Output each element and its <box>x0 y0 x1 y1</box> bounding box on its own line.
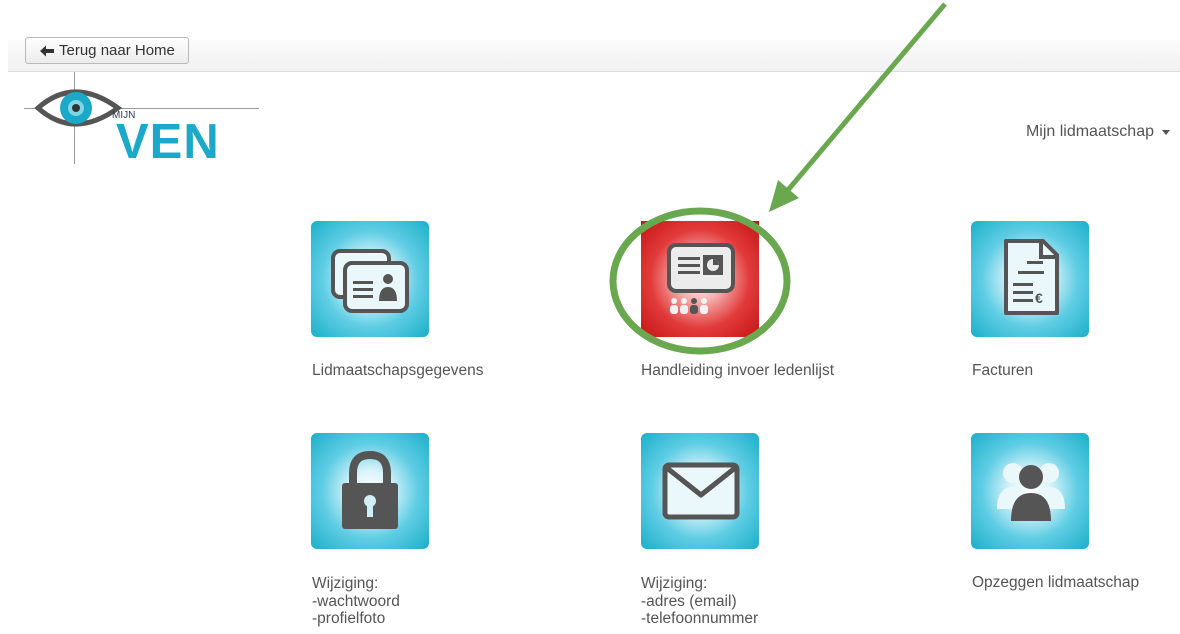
id-cards-icon <box>331 249 409 313</box>
top-bar: Terug naar Home <box>8 37 1180 72</box>
tile-change-address-label[interactable]: Wijziging: -adres (email) -telefoonnumme… <box>641 575 758 628</box>
tile-change-address[interactable] <box>641 433 759 549</box>
tile-invoices[interactable]: € <box>971 221 1089 337</box>
tile-membership-details[interactable] <box>311 221 429 337</box>
tile-manual-member-list-label[interactable]: Handleiding invoer ledenlijst <box>641 362 834 380</box>
arrow-head-icon <box>769 180 799 212</box>
presentation-icon <box>667 243 735 314</box>
back-home-button[interactable]: Terug naar Home <box>25 37 189 64</box>
logo[interactable]: MIJN VEN <box>24 72 259 169</box>
tile-change-password[interactable] <box>311 433 429 549</box>
tile-manual-member-list[interactable] <box>641 221 759 337</box>
lock-icon <box>342 450 398 529</box>
back-home-label: Terug naar Home <box>59 42 175 59</box>
membership-dropdown[interactable]: Mijn lidmaatschap <box>1026 123 1170 141</box>
svg-text:€: € <box>1035 290 1043 306</box>
membership-dropdown-label: Mijn lidmaatschap <box>1025 123 1154 140</box>
caret-down-icon <box>1162 129 1170 135</box>
tile-cancel-membership-label[interactable]: Opzeggen lidmaatschap <box>972 574 1139 592</box>
envelope-icon <box>662 462 740 520</box>
tile-invoices-label[interactable]: Facturen <box>972 362 1033 380</box>
label-line: Wijziging: <box>641 575 708 592</box>
label-line: -profielfoto <box>312 610 386 627</box>
tile-cancel-membership[interactable] <box>971 433 1089 549</box>
logo-ven: VEN <box>116 115 220 169</box>
label-line: -wachtwoord <box>312 592 400 610</box>
invoice-icon: € <box>1004 239 1059 315</box>
tile-change-password-label[interactable]: Wijziging: -wachtwoord -profielfoto <box>312 575 400 628</box>
arrow-shaft <box>786 2 947 192</box>
users-icon <box>997 463 1065 521</box>
tile-membership-details-label[interactable]: Lidmaatschapsgegevens <box>312 362 483 380</box>
arrow-left-icon <box>40 45 54 56</box>
label-line: -telefoonnummer <box>641 610 759 627</box>
label-line: -adres (email) <box>641 592 737 610</box>
label-line: Wijziging: <box>312 575 379 592</box>
